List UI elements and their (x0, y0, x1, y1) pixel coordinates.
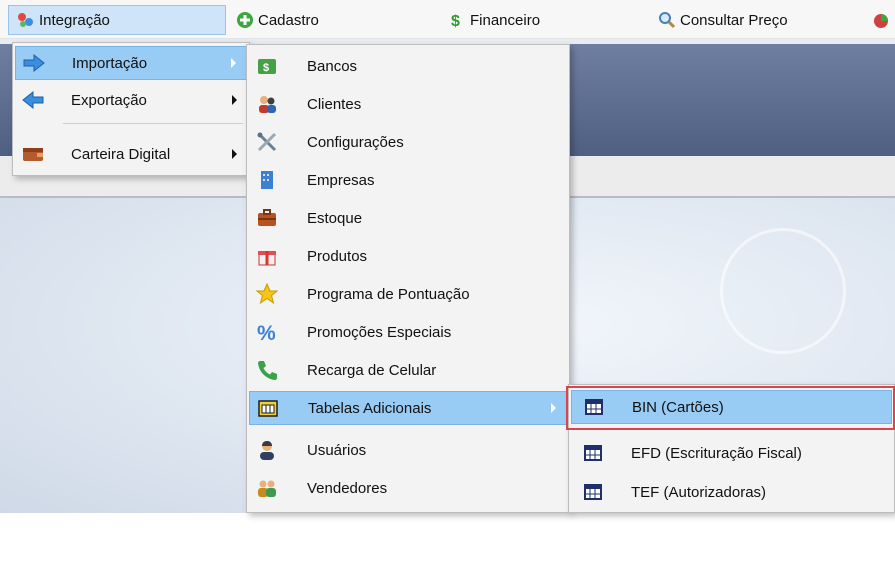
menu-item-promocoes-especiais[interactable]: % Promoções Especiais (249, 315, 567, 349)
gift-icon (255, 244, 279, 268)
star-icon (255, 282, 279, 306)
tools-icon (255, 130, 279, 154)
arrow-left-icon (21, 88, 45, 112)
produtos-label: Produtos (307, 247, 368, 265)
submenu-arrow-icon (231, 58, 236, 68)
menu-item-bancos[interactable]: $ Bancos (249, 49, 567, 83)
carteira-digital-label: Carteira Digital (71, 145, 171, 163)
menu-item-carteira-digital[interactable]: Carteira Digital (15, 137, 247, 171)
bancos-label: Bancos (307, 57, 358, 75)
menu-item-vendedores[interactable]: Vendedores (249, 471, 567, 505)
configuracoes-label: Configurações (307, 133, 404, 151)
menu-cadastro[interactable]: Cadastro (228, 5, 327, 35)
arrow-right-icon (22, 51, 46, 75)
integracao-dropdown: Importação Exportação Carteira Digital (12, 42, 250, 176)
table-icon (581, 441, 605, 465)
recarga-celular-label: Recarga de Celular (307, 361, 437, 379)
exportacao-label: Exportação (71, 91, 147, 109)
menu-integracao-label: Integração (39, 11, 110, 29)
overflow-icon[interactable] (872, 12, 890, 30)
submenu-arrow-icon (551, 403, 556, 413)
bank-icon: $ (255, 54, 279, 78)
clientes-label: Clientes (307, 95, 362, 113)
menu-consultar-preco[interactable]: Consultar Preço (650, 5, 796, 35)
percent-icon: % (255, 320, 279, 344)
tef-autorizadoras-label: TEF (Autorizadoras) (631, 483, 767, 501)
table-folder-icon (256, 396, 280, 420)
submenu-arrow-icon (232, 95, 237, 105)
building-icon (255, 168, 279, 192)
menu-item-efd-escrituracao-fiscal[interactable]: EFD (Escrituração Fiscal) (571, 436, 892, 470)
programa-pontuacao-label: Programa de Pontuação (307, 285, 470, 303)
promocoes-especiais-label: Promoções Especiais (307, 323, 452, 341)
sellers-icon (255, 476, 279, 500)
empresas-label: Empresas (307, 171, 375, 189)
tabelas-adicionais-submenu: BIN (Cartões) EFD (Escrituração Fiscal) … (568, 384, 895, 513)
menu-item-tef-autorizadoras[interactable]: TEF (Autorizadoras) (571, 475, 892, 509)
menu-integracao[interactable]: Integração (8, 5, 226, 35)
menu-item-empresas[interactable]: Empresas (249, 163, 567, 197)
wallpaper-ring (720, 228, 846, 354)
magnifier-icon (658, 11, 676, 29)
bin-cartoes-label: BIN (Cartões) (632, 398, 724, 416)
menu-item-tabelas-adicionais[interactable]: Tabelas Adicionais (249, 391, 567, 425)
tabelas-adicionais-label: Tabelas Adicionais (308, 399, 432, 417)
svg-text:%: % (257, 322, 276, 343)
submenu-arrow-icon (232, 149, 237, 159)
menu-financeiro[interactable]: $ Financeiro (440, 5, 548, 35)
wallet-icon (21, 142, 45, 166)
menu-bar: Integração Cadastro $ Financeiro Consult… (0, 0, 895, 39)
menu-item-clientes[interactable]: Clientes (249, 87, 567, 121)
menu-item-importacao[interactable]: Importação (15, 46, 247, 80)
usuarios-label: Usuários (307, 441, 367, 459)
menu-item-configuracoes[interactable]: Configurações (249, 125, 567, 159)
clients-icon (255, 92, 279, 116)
menu-item-recarga-celular[interactable]: Recarga de Celular (249, 353, 567, 387)
plus-circle-icon (236, 11, 254, 29)
table-icon (581, 480, 605, 504)
menu-item-produtos[interactable]: Produtos (249, 239, 567, 273)
efd-escrituracao-fiscal-label: EFD (Escrituração Fiscal) (631, 444, 802, 462)
importacao-label: Importação (72, 54, 148, 72)
user-icon (255, 438, 279, 462)
estoque-label: Estoque (307, 209, 363, 227)
svg-text:$: $ (263, 62, 269, 74)
menu-item-exportacao[interactable]: Exportação (15, 83, 247, 117)
importacao-submenu: $ Bancos Clientes Configurações Empresas… (246, 44, 570, 513)
menu-item-bin-cartoes[interactable]: BIN (Cartões) (571, 390, 892, 424)
menu-item-usuarios[interactable]: Usuários (249, 433, 567, 467)
menu-financeiro-label: Financeiro (470, 11, 541, 29)
menu-consultar-preco-label: Consultar Preço (680, 11, 788, 29)
integration-icon (17, 11, 35, 29)
menu-item-estoque[interactable]: Estoque (249, 201, 567, 235)
menu-cadastro-label: Cadastro (258, 11, 319, 29)
vendedores-label: Vendedores (307, 479, 388, 497)
dollar-icon: $ (448, 11, 466, 30)
table-icon (582, 395, 606, 419)
svg-text:$: $ (451, 13, 460, 29)
menu-separator (63, 123, 243, 124)
phone-icon (255, 358, 279, 382)
menu-item-programa-pontuacao[interactable]: Programa de Pontuação (249, 277, 567, 311)
briefcase-icon (255, 206, 279, 230)
